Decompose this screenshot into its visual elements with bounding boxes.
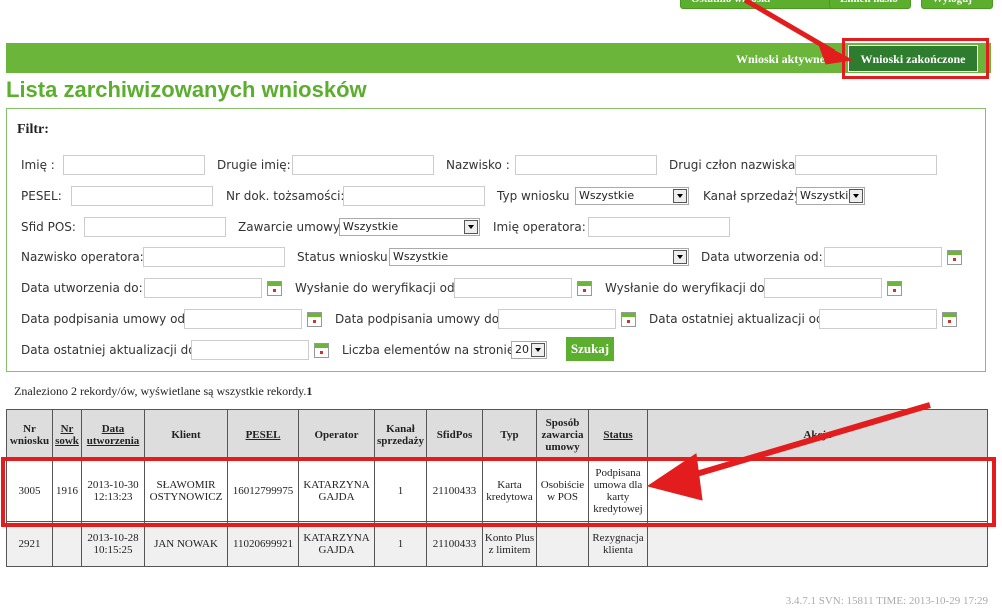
- version-footer: 3.4.7.1 SVN: 15811 TIME: 2013-10-29 17:2…: [785, 595, 988, 607]
- arrow-head-icon: [646, 453, 703, 501]
- annotation-arrows: [646, 0, 931, 501]
- arrow-head-icon: [817, 40, 854, 65]
- arrow-line: [675, 402, 931, 483]
